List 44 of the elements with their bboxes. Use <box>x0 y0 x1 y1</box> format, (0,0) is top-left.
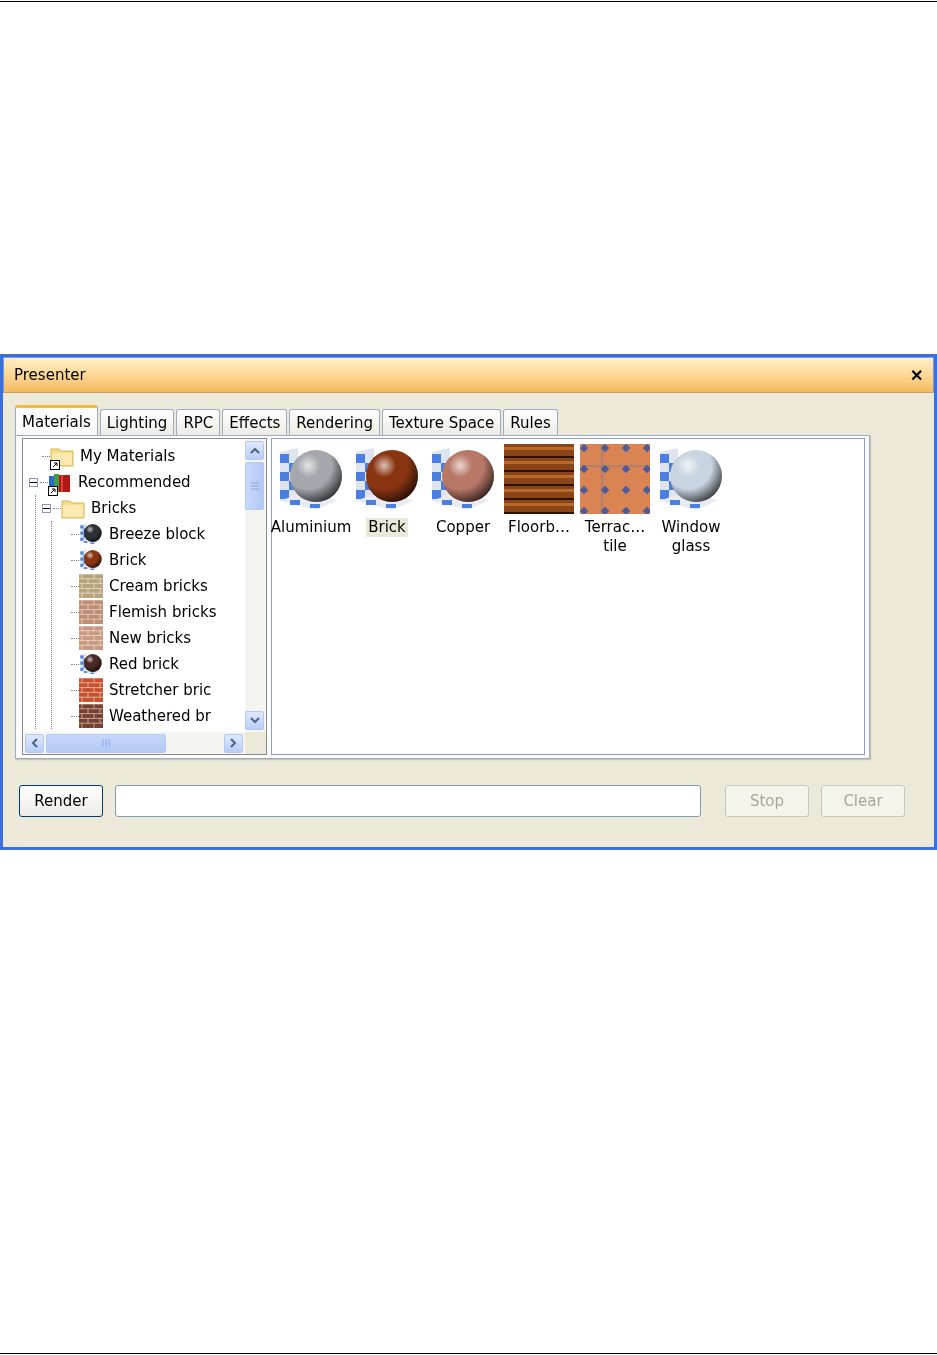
tab[interactable]: Rules <box>503 409 558 435</box>
scrollbar-thumb[interactable] <box>46 733 166 753</box>
chevron-up-icon <box>249 447 260 454</box>
tree-item[interactable]: Weathered br <box>108 707 213 725</box>
tree-item[interactable]: Brick <box>108 551 148 569</box>
chevron-right-icon <box>230 738 237 748</box>
tab[interactable]: Texture Space <box>381 409 502 435</box>
tree-item[interactable]: Stretcher bric <box>108 681 213 699</box>
grip-icon <box>250 482 259 490</box>
close-button[interactable]: ✕ <box>910 365 923 385</box>
material-label[interactable]: Brick <box>366 518 408 537</box>
scrollbar-thumb[interactable] <box>245 462 264 510</box>
folder-icon <box>61 497 85 519</box>
tree-item[interactable]: Breeze block <box>108 525 207 543</box>
tab[interactable]: Effects <box>222 409 288 435</box>
tree-item[interactable]: New bricks <box>108 629 193 647</box>
tree-item[interactable]: Recommended <box>77 473 192 491</box>
material-label[interactable]: Window glass <box>656 518 726 556</box>
tab[interactable]: Lighting <box>99 409 175 435</box>
tree-item[interactable]: Red brick <box>108 655 181 673</box>
scroll-left-button[interactable] <box>25 733 44 753</box>
material-label[interactable]: Floorb… <box>506 518 572 537</box>
tab[interactable]: Rendering <box>289 409 380 435</box>
status-field[interactable] <box>115 785 701 817</box>
tab[interactable]: Materials <box>15 405 98 435</box>
button[interactable]: Render <box>19 785 103 817</box>
scroll-right-button[interactable] <box>224 733 243 753</box>
window-title: Presenter <box>14 366 86 384</box>
chevron-left-icon <box>31 738 38 748</box>
chevron-down-icon <box>249 717 260 724</box>
tree-item[interactable]: Cream bricks <box>108 577 209 595</box>
tab[interactable]: RPC <box>176 409 221 435</box>
scroll-up-button[interactable] <box>245 441 264 460</box>
tree-item[interactable]: Flemish bricks <box>108 603 218 621</box>
scrollbar-corner <box>245 732 266 754</box>
expander-icon[interactable] <box>29 477 38 487</box>
material-label[interactable]: Aluminium <box>268 518 354 537</box>
material-label[interactable]: Terrac… tile <box>580 518 650 556</box>
scroll-down-button[interactable] <box>245 711 264 730</box>
tree-item[interactable]: My Materials <box>79 447 177 465</box>
material-label[interactable]: Copper <box>433 518 493 537</box>
grip-icon <box>102 739 110 747</box>
expander-icon[interactable] <box>42 503 51 513</box>
tree-item[interactable]: Bricks <box>90 499 138 517</box>
